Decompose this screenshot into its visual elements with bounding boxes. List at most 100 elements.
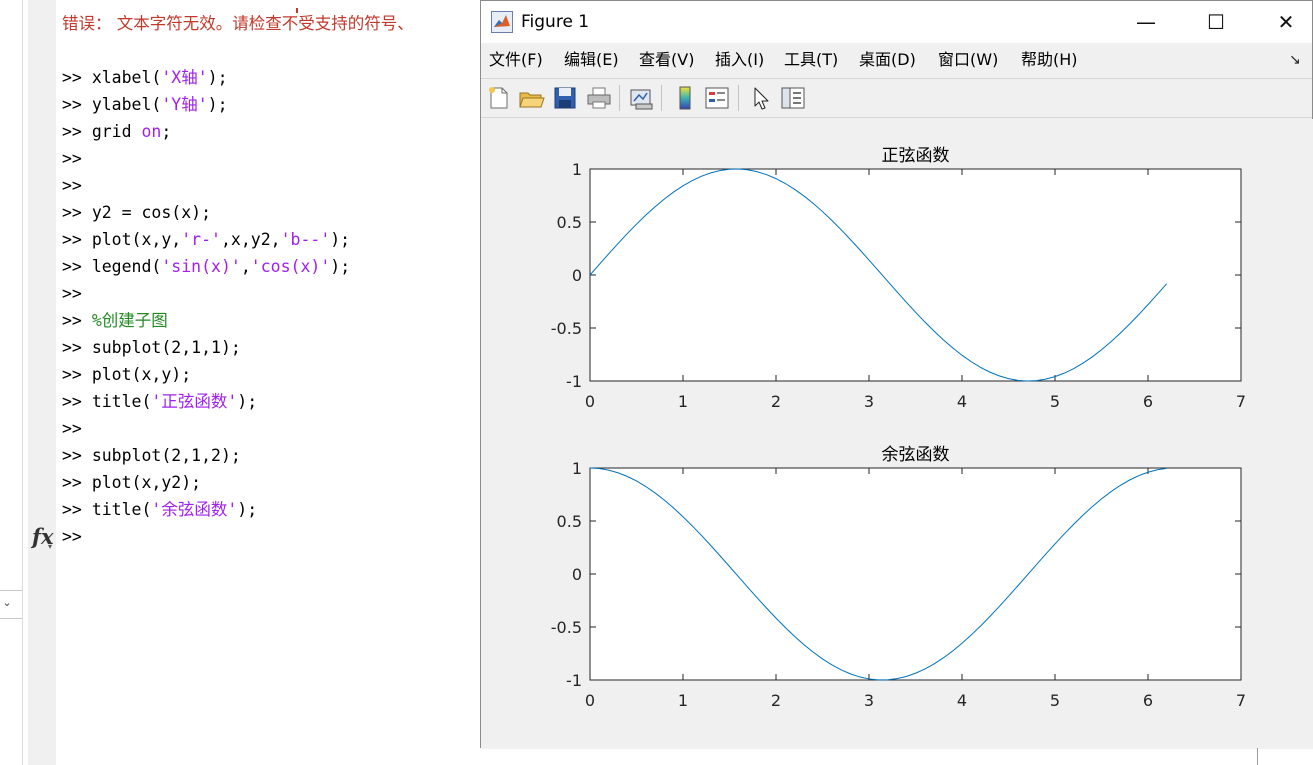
prompt: >> (62, 446, 92, 465)
prompt: >> (62, 392, 92, 411)
code-text: , (240, 257, 251, 276)
prompt: >> (62, 203, 92, 222)
command-window[interactable]: 错误： 文本字符无效。请检查不受支持的符号、 >> xlabel('X轴'); >… (62, 8, 542, 753)
command-line: >> subplot(2,1,2); (62, 442, 241, 469)
y-tick-label: -1 (566, 671, 582, 690)
figure-titlebar[interactable]: Figure 1 — ☐ ✕ (481, 1, 1312, 43)
axes-title: 正弦函数 (882, 146, 950, 166)
prompt: >> (62, 149, 82, 168)
menu-help[interactable]: 帮助(H) (1021, 49, 1078, 71)
axes-title: 余弦函数 (882, 445, 950, 465)
menu-window[interactable]: 窗口(W) (938, 49, 998, 71)
string-literal: 'X轴' (161, 68, 208, 87)
code-text: y2 = cos(x); (91, 203, 212, 222)
command-line: >> (62, 172, 82, 199)
x-tick-label: 1 (678, 691, 688, 710)
maximize-button[interactable]: ☐ (1191, 1, 1241, 43)
string-literal: 'cos(x)' (250, 257, 331, 276)
legend-icon[interactable] (703, 84, 731, 112)
command-line: >> title('余弦函数'); (62, 496, 257, 523)
property-editor-icon[interactable] (779, 84, 807, 112)
command-line: >> %创建子图 (62, 307, 168, 334)
y-tick-label: -0.5 (551, 319, 582, 338)
code-text: grid (91, 122, 142, 141)
string-literal: on (141, 122, 162, 141)
string-literal: 'Y轴' (161, 95, 208, 114)
figure-window: Figure 1 — ☐ ✕ 文件(F) 编辑(E) 查看(V) 插入(I) 工… (480, 0, 1313, 749)
matlab-logo-icon (491, 11, 513, 33)
print-icon[interactable] (585, 84, 613, 112)
x-tick-label: 4 (957, 691, 967, 710)
menu-bar: 文件(F) 编辑(E) 查看(V) 插入(I) 工具(T) 桌面(D) 窗口(W… (481, 43, 1312, 77)
code-text: ); (207, 95, 228, 114)
prompt: >> (62, 338, 92, 357)
code-text: legend( (91, 257, 162, 276)
x-tick-label: 6 (1143, 691, 1153, 710)
code-text: subplot(2,1,2); (91, 446, 241, 465)
menu-edit[interactable]: 编辑(E) (564, 49, 619, 71)
error-message: 错误： 文本字符无效。请检查不受支持的符号、 (62, 14, 414, 33)
y-tick-label: 0 (572, 266, 582, 285)
string-literal: 'r-' (181, 230, 221, 249)
command-line: >> (62, 523, 82, 550)
command-window-gutter (28, 0, 56, 765)
command-line: >> (62, 145, 82, 172)
fx-icon[interactable]: fx (32, 524, 58, 550)
strip-divider (0, 590, 22, 591)
menu-view[interactable]: 查看(V) (639, 49, 694, 71)
menu-desktop[interactable]: 桌面(D) (859, 49, 916, 71)
x-tick-label: 5 (1050, 392, 1060, 411)
minimize-button[interactable]: — (1121, 1, 1171, 43)
string-literal: '正弦函数' (151, 392, 238, 411)
menu-file[interactable]: 文件(F) (489, 49, 543, 71)
pointer-icon[interactable] (747, 84, 775, 112)
prompt: >> (62, 257, 92, 276)
command-line: >> title('正弦函数'); (62, 388, 257, 415)
x-tick-label: 6 (1143, 392, 1153, 411)
chevron-down-icon[interactable]: ⌄ (0, 595, 14, 611)
code-text: plot(x,y, (91, 230, 182, 249)
y-tick-label: 0.5 (557, 213, 582, 232)
command-line: >> ylabel('Y轴'); (62, 91, 228, 118)
prompt: >> (62, 311, 92, 330)
code-text: ); (207, 68, 228, 87)
axes-box (589, 168, 1242, 382)
colorbar-icon[interactable] (671, 84, 699, 112)
figure-canvas[interactable]: 正弦函数 0 1 2 3 4 5 6 7 1 0.5 0 -0.5 -1 余弦函数 0 1 2 3 4 5 6 7 1 0.5 0… (481, 119, 1312, 747)
command-line: >> (62, 415, 82, 442)
axes-box (589, 467, 1242, 681)
x-tick-label: 0 (585, 392, 595, 411)
close-button[interactable]: ✕ (1261, 1, 1311, 43)
y-tick-label: -1 (566, 372, 582, 391)
command-line: >> plot(x,y,'r-',x,y2,'b--'); (62, 226, 350, 253)
comment: %创建子图 (91, 311, 168, 330)
code-text: ylabel( (91, 95, 162, 114)
x-tick-label: 3 (864, 691, 874, 710)
menu-tools[interactable]: 工具(T) (784, 49, 838, 71)
command-line: >> plot(x,y); (62, 361, 191, 388)
x-tick-label: 4 (957, 392, 967, 411)
y-tick-label: 1 (572, 459, 582, 478)
figure-title: Figure 1 (521, 12, 590, 32)
command-line: >> (62, 280, 82, 307)
code-text: title( (91, 392, 152, 411)
link-plot-icon[interactable] (627, 84, 655, 112)
save-icon[interactable] (551, 84, 579, 112)
x-tick-label: 7 (1236, 691, 1246, 710)
x-tick-label: 3 (864, 392, 874, 411)
open-file-icon[interactable] (517, 84, 545, 112)
dock-arrow-icon[interactable]: ↘ (1289, 52, 1301, 68)
menu-insert[interactable]: 插入(I) (715, 49, 764, 71)
y-tick-label: -0.5 (551, 618, 582, 637)
plot-area[interactable]: 正弦函数 0 1 2 3 4 5 6 7 1 0.5 0 -0.5 -1 余弦函数 0 1 2 3 4 5 6 7 1 0.5 0… (481, 119, 1313, 749)
code-text: plot(x,y2); (91, 473, 202, 492)
subplot-1: 正弦函数 0 1 2 3 4 5 6 7 1 0.5 0 -0.5 -1 (551, 146, 1246, 411)
new-figure-icon[interactable] (485, 84, 513, 112)
prompt: >> (62, 473, 92, 492)
y-tick-label: 0.5 (557, 512, 582, 531)
figure-toolbar (481, 78, 1312, 118)
code-text: title( (91, 500, 152, 519)
x-tick-label: 0 (585, 691, 595, 710)
command-line: >> grid on; (62, 118, 171, 145)
x-tick-label: 1 (678, 392, 688, 411)
